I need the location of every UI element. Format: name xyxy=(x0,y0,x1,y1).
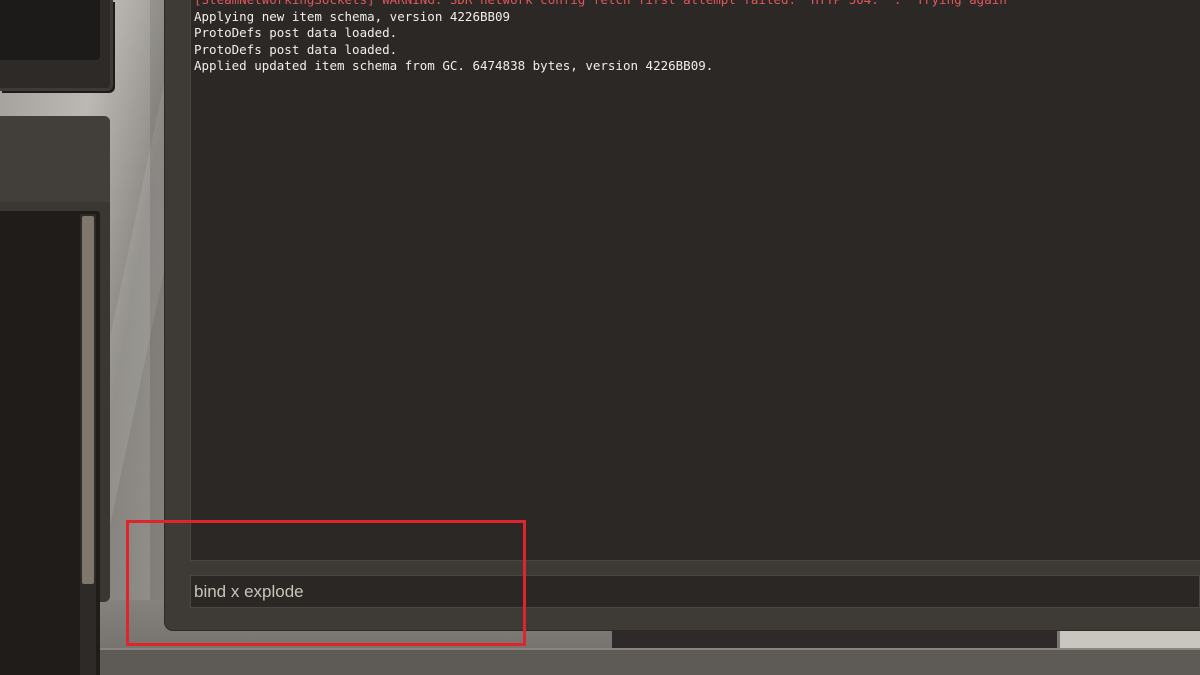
bottom-light-block xyxy=(1060,630,1200,650)
console-log-line: Applied updated item schema from GC. 647… xyxy=(194,58,714,73)
top-left-panel-inner xyxy=(0,0,100,60)
top-left-panel xyxy=(0,0,113,91)
left-menu-header xyxy=(0,116,110,202)
console-log-line: ProtoDefs post data loaded. xyxy=(194,41,398,57)
console-log-line: Applying new item schema, version 4226BB… xyxy=(194,8,511,24)
console-command-input[interactable] xyxy=(190,575,1200,608)
left-menu-scrollbar[interactable] xyxy=(82,216,94,584)
bottom-bar xyxy=(0,648,1200,675)
console-warning-line: [SteamNetworkingSockets] WARNING: SDR ne… xyxy=(191,0,1007,9)
bottom-dark-block xyxy=(612,630,1057,650)
console-output-log[interactable]: [SteamNetworkingSockets] WARNING: SDR ne… xyxy=(190,0,1200,561)
left-menu-panel xyxy=(0,116,110,675)
log-lines: [SteamNetworkingSockets] WARNING: SDR ne… xyxy=(191,0,1007,75)
console-log-line: ProtoDefs post data loaded. xyxy=(194,25,398,40)
